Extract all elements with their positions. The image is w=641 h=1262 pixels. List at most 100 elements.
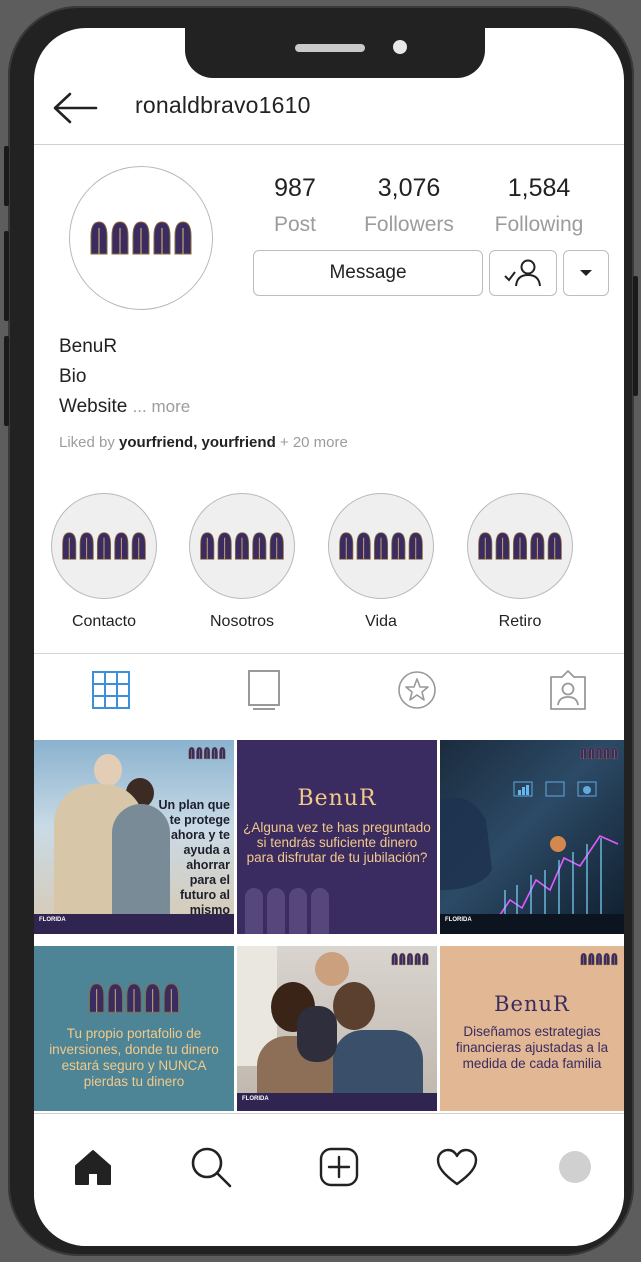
- liked-names[interactable]: yourfriend, yourfriend: [119, 434, 276, 451]
- divider: [34, 653, 624, 654]
- stat-posts[interactable]: 987 Post: [230, 174, 360, 237]
- person-body: [297, 1006, 337, 1062]
- grid-icon: [92, 671, 130, 709]
- arch-decoration: [245, 884, 345, 934]
- post-caption: Tu propio portafolio de inversiones, don…: [49, 1026, 219, 1089]
- benur-logo-icon: [339, 532, 423, 560]
- more-link[interactable]: ... more: [133, 397, 191, 416]
- profile-website-line[interactable]: Website ... more: [59, 396, 190, 418]
- stat-value: 1,584: [507, 174, 571, 202]
- side-button: [4, 231, 9, 321]
- tab-grid[interactable]: [89, 668, 133, 712]
- highlight-circle: [467, 493, 573, 599]
- post-tile-6[interactable]: BenuR Diseñamos estrategias financieras …: [440, 946, 624, 1111]
- benur-logo-icon: [188, 746, 226, 760]
- person-head: [333, 982, 375, 1030]
- benur-logo-icon: [62, 532, 146, 560]
- post-tile-2[interactable]: BenuR ¿Alguna vez te has preguntado si t…: [237, 740, 437, 934]
- tab-igtv[interactable]: [242, 668, 286, 712]
- add-post-icon: [319, 1147, 359, 1187]
- side-button: [633, 276, 638, 396]
- highlight-label: Contacto: [71, 613, 137, 630]
- nav-profile[interactable]: [550, 1142, 600, 1192]
- stat-followers[interactable]: 3,076 Followers: [344, 174, 474, 237]
- highlight-label: Nosotros: [209, 613, 275, 630]
- post-footer-text: FLORIDA: [242, 1096, 269, 1102]
- website-link[interactable]: Website: [59, 396, 127, 417]
- family-photo: [237, 946, 437, 1111]
- post-caption: Un plan que te protege ahora y te ayuda …: [158, 798, 230, 932]
- arrow-left-icon[interactable]: [50, 90, 100, 126]
- dropdown-button[interactable]: [563, 250, 609, 296]
- stat-label: Following: [494, 213, 584, 236]
- post-footer-bar: FLORIDA: [440, 914, 624, 934]
- follow-status-button[interactable]: [489, 250, 557, 296]
- benur-logo-icon: [580, 952, 618, 966]
- person-head: [315, 952, 349, 986]
- post-footer-text: FLORIDA: [445, 917, 472, 923]
- home-icon: [75, 1150, 111, 1185]
- highlight-retiro[interactable]: Retiro: [467, 493, 573, 631]
- highlight-nosotros[interactable]: Nosotros: [189, 493, 295, 631]
- message-button[interactable]: Message: [253, 250, 483, 296]
- benur-logo-icon: [89, 983, 179, 1013]
- star-icon: [398, 671, 436, 709]
- tv-icon: [248, 670, 280, 710]
- heart-icon: [436, 1148, 478, 1186]
- tag-user-icon: [550, 670, 586, 710]
- highlight-label: Vida: [365, 613, 397, 630]
- benur-logo-icon: [391, 952, 429, 966]
- post-caption: Diseñamos estrategias financieras ajusta…: [455, 1024, 609, 1071]
- post-brand: BenuR: [494, 992, 570, 1016]
- side-button: [4, 146, 9, 206]
- benur-logo-icon: [90, 221, 192, 255]
- post-caption: ¿Alguna vez te has preguntado si tendrás…: [243, 820, 431, 865]
- nav-search[interactable]: [186, 1142, 236, 1192]
- highlight-label: Retiro: [498, 613, 542, 630]
- phone-frame: ronaldbravo1610 987 Post 3,076 Followers…: [4, 6, 638, 1256]
- screen: ronaldbravo1610 987 Post 3,076 Followers…: [34, 28, 624, 1246]
- highlight-contacto[interactable]: Contacto: [51, 493, 157, 631]
- stat-following[interactable]: 1,584 Following: [474, 174, 604, 237]
- nav-home[interactable]: [68, 1142, 118, 1192]
- highlight-vida[interactable]: Vida: [328, 493, 434, 631]
- profile-header: ronaldbravo1610: [34, 76, 624, 145]
- username: ronaldbravo1610: [135, 92, 311, 118]
- couple-photo: [42, 754, 170, 934]
- highlight-circle: [189, 493, 295, 599]
- liked-suffix: + 20 more: [279, 434, 348, 451]
- chevron-down-icon: [580, 270, 592, 276]
- highlight-circle: [51, 493, 157, 599]
- camera: [393, 40, 407, 54]
- stat-value: 3,076: [377, 174, 441, 202]
- phone-notch: [185, 28, 485, 78]
- liked-by[interactable]: Liked by yourfriend, yourfriend + 20 mor…: [59, 434, 348, 451]
- post-tile-3[interactable]: FLORIDA: [440, 740, 624, 934]
- profile-avatar[interactable]: [69, 166, 213, 310]
- post-tile-4[interactable]: Tu propio portafolio de inversiones, don…: [34, 946, 234, 1111]
- stat-value: 987: [274, 174, 316, 202]
- stat-label: Followers: [364, 213, 454, 236]
- nav-likes[interactable]: [432, 1142, 482, 1192]
- benur-logo-icon: [580, 746, 618, 760]
- speaker: [295, 44, 365, 52]
- person-head: [94, 754, 122, 786]
- highlight-circle: [328, 493, 434, 599]
- profile-bio: Bio: [59, 366, 87, 387]
- profile-name: BenuR: [59, 336, 118, 357]
- post-tile-5[interactable]: FLORIDA: [237, 946, 437, 1111]
- post-tile-1[interactable]: Un plan que te protege ahora y te ayuda …: [34, 740, 234, 934]
- post-brand: BenuR: [297, 786, 377, 811]
- search-icon: [191, 1147, 232, 1188]
- tab-saved[interactable]: [395, 668, 439, 712]
- profile-icon: [559, 1151, 591, 1183]
- benur-logo-icon: [478, 532, 562, 560]
- nav-add[interactable]: [314, 1142, 364, 1192]
- post-footer-bar: FLORIDA: [34, 914, 234, 934]
- user-check-icon: [504, 259, 541, 287]
- bottom-nav: [34, 1113, 624, 1246]
- post-footer-text: FLORIDA: [39, 917, 66, 923]
- benur-logo-icon: [200, 532, 284, 560]
- stat-label: Post: [273, 213, 317, 236]
- tab-tagged[interactable]: [546, 668, 590, 712]
